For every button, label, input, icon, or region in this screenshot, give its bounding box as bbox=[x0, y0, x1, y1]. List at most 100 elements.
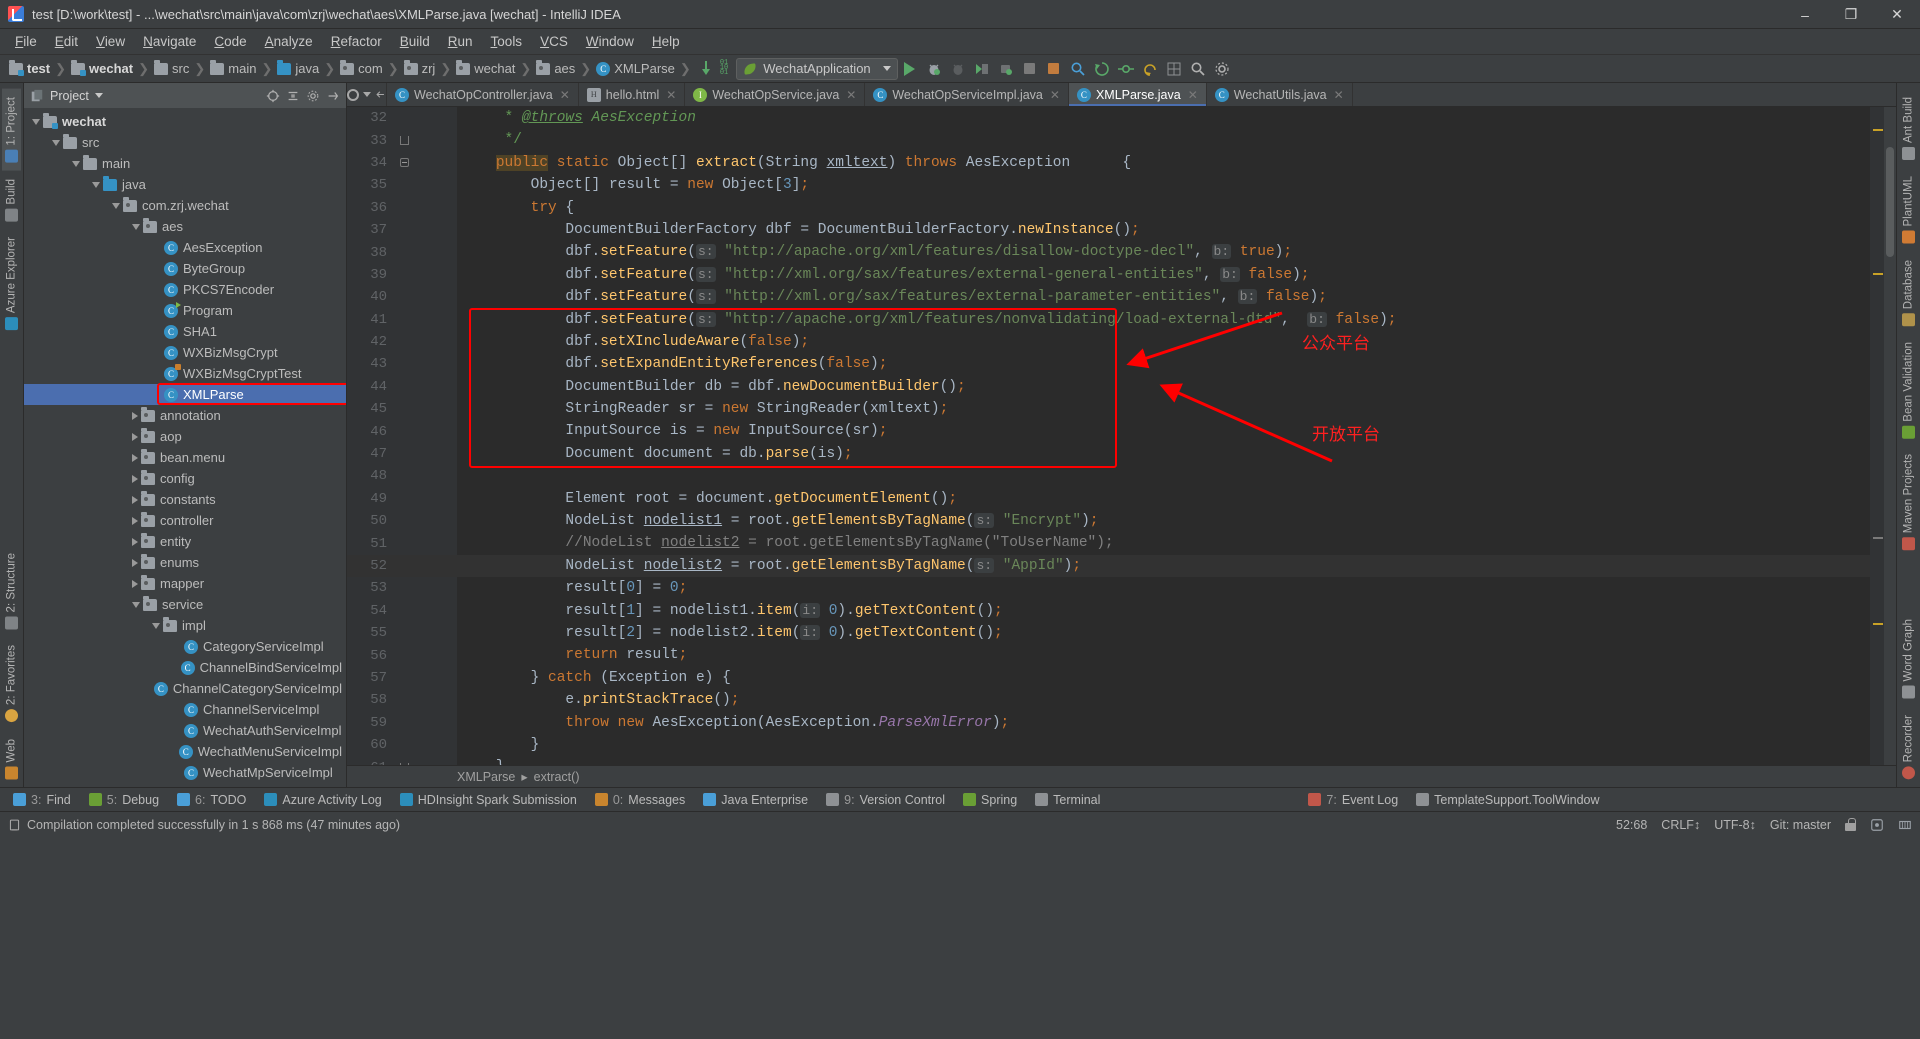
menu-item-code[interactable]: Code bbox=[205, 31, 255, 52]
gutter-line[interactable]: 57 bbox=[347, 667, 457, 689]
tree-item-aes[interactable]: aes bbox=[24, 216, 346, 237]
sidebar-item-azure-explorer[interactable]: Azure Explorer bbox=[2, 229, 21, 338]
gutter-line[interactable]: 40 bbox=[347, 286, 457, 308]
tree-item-constants[interactable]: constants bbox=[24, 489, 346, 510]
maximize-button[interactable]: ❐ bbox=[1828, 0, 1874, 29]
menu-item-run[interactable]: Run bbox=[439, 31, 482, 52]
menu-item-edit[interactable]: Edit bbox=[46, 31, 87, 52]
gutter-line[interactable]: 59 bbox=[347, 712, 457, 734]
code-line[interactable]: dbf.setExpandEntityReferences(false); bbox=[457, 353, 1870, 375]
tree-item-wechatmpserviceimpl[interactable]: C WechatMpServiceImpl bbox=[24, 762, 346, 783]
encoding[interactable]: UTF-8↕ bbox=[1714, 818, 1756, 832]
update-project-icon[interactable] bbox=[701, 60, 719, 77]
close-icon[interactable]: ✕ bbox=[666, 88, 676, 102]
code-line[interactable]: * @throws AesException bbox=[457, 107, 1870, 129]
tree-item-wxbizmsgcrypt[interactable]: C WXBizMsgCrypt bbox=[24, 342, 346, 363]
breadcrumb-item-xmlparse[interactable]: C XMLParse bbox=[593, 58, 678, 80]
search-icon[interactable] bbox=[1187, 58, 1209, 80]
tree-item-src[interactable]: src bbox=[24, 132, 346, 153]
gutter-line[interactable]: 60 bbox=[347, 734, 457, 756]
editor-scrollbar[interactable] bbox=[1884, 107, 1896, 765]
run-button[interactable] bbox=[899, 58, 921, 80]
breadcrumb-item-java[interactable]: java bbox=[274, 58, 322, 80]
tree-item-channelserviceimpl[interactable]: C ChannelServiceImpl bbox=[24, 699, 346, 720]
tree-item-wechat[interactable]: wechat bbox=[24, 111, 346, 132]
tool-window-button-find[interactable]: 3: Find bbox=[4, 789, 80, 811]
code-line[interactable]: e.printStackTrace(); bbox=[457, 689, 1870, 711]
breadcrumb-class[interactable]: XMLParse bbox=[457, 770, 515, 784]
editor-tab-hello-html[interactable]: Hhello.html ✕ bbox=[578, 83, 686, 106]
inspection-widget[interactable] bbox=[1870, 818, 1884, 832]
target-icon[interactable] bbox=[266, 89, 280, 103]
code-line[interactable]: NodeList nodelist2 = root.getElementsByT… bbox=[457, 554, 1870, 578]
tree-item-wxbizmsgcrypttest[interactable]: C WXBizMsgCryptTest bbox=[24, 363, 346, 384]
vcs-update-icon[interactable] bbox=[1091, 58, 1113, 80]
menu-item-navigate[interactable]: Navigate bbox=[134, 31, 205, 52]
gutter-line[interactable]: 54 bbox=[347, 600, 457, 622]
tree-item-bytegroup[interactable]: C ByteGroup bbox=[24, 258, 346, 279]
tree-item-controller[interactable]: controller bbox=[24, 510, 346, 531]
sidebar-item-maven-projects[interactable]: Maven Projects bbox=[1899, 446, 1918, 558]
tree-twisty-expanded[interactable] bbox=[152, 622, 160, 629]
fold-end-icon[interactable] bbox=[399, 136, 409, 146]
fold-collapse-icon[interactable] bbox=[399, 158, 409, 168]
tree-item-categoryserviceimpl[interactable]: C CategoryServiceImpl bbox=[24, 636, 346, 657]
lock-icon[interactable] bbox=[1845, 818, 1856, 831]
sidebar-item-database[interactable]: Database bbox=[1899, 252, 1918, 334]
code-editor[interactable]: 32 33 34 35 36 37 38 39 40 41 42 43 44 45 46 47 48 49 50 51… bbox=[347, 107, 1896, 765]
tool-window-button-version-control[interactable]: 9: Version Control bbox=[817, 789, 954, 811]
code-line[interactable]: try { bbox=[457, 197, 1870, 219]
close-icon[interactable]: ✕ bbox=[846, 88, 856, 102]
tree-twisty-expanded[interactable] bbox=[132, 601, 140, 608]
settings-gear-icon[interactable] bbox=[347, 88, 359, 101]
tree-twisty-collapsed[interactable] bbox=[132, 432, 138, 441]
tree-twisty-expanded[interactable] bbox=[132, 223, 140, 230]
tree-item-wechatauthserviceimpl[interactable]: C WechatAuthServiceImpl bbox=[24, 720, 346, 741]
code-line[interactable]: } catch (Exception e) { bbox=[457, 667, 1870, 689]
search-everywhere-button[interactable] bbox=[1067, 58, 1089, 80]
tree-item-enums[interactable]: enums bbox=[24, 552, 346, 573]
menu-item-analyze[interactable]: Analyze bbox=[256, 31, 322, 52]
fold-end-icon[interactable] bbox=[399, 763, 409, 765]
code-content[interactable]: * @throws AesException */ public static … bbox=[457, 107, 1870, 765]
code-line[interactable]: */ bbox=[457, 129, 1870, 151]
menu-item-view[interactable]: View bbox=[87, 31, 134, 52]
gutter-line[interactable]: 52 bbox=[347, 554, 457, 578]
run-configuration-selector[interactable]: WechatApplication bbox=[736, 57, 898, 80]
code-line[interactable]: //NodeList nodelist2 = root.getElementsB… bbox=[457, 532, 1870, 554]
menu-item-build[interactable]: Build bbox=[391, 31, 439, 52]
gutter-line[interactable]: 37 bbox=[347, 219, 457, 241]
code-line[interactable]: Document document = db.parse(is); bbox=[457, 443, 1870, 465]
sidebar-item-project[interactable]: 1: Project bbox=[2, 89, 21, 171]
gutter-line[interactable]: 32 bbox=[347, 107, 457, 129]
code-line[interactable]: dbf.setFeature(s: "http://xml.org/sax/fe… bbox=[457, 286, 1870, 308]
tool-window-button-java-enterprise[interactable]: Java Enterprise bbox=[694, 789, 817, 811]
tree-item-channelbindserviceimpl[interactable]: C ChannelBindServiceImpl bbox=[24, 657, 346, 678]
gutter-line[interactable]: 38 bbox=[347, 241, 457, 263]
close-icon[interactable]: ✕ bbox=[560, 88, 570, 102]
breadcrumb-item-aes[interactable]: aes bbox=[533, 58, 578, 80]
gutter-line[interactable]: 51 bbox=[347, 532, 457, 554]
gutter-line[interactable]: 49 bbox=[347, 488, 457, 510]
gutter-line[interactable]: 53 bbox=[347, 577, 457, 599]
tree-twisty-collapsed[interactable] bbox=[132, 453, 138, 462]
code-line[interactable]: InputSource is = new InputSource(sr); bbox=[457, 420, 1870, 442]
tree-twisty-expanded[interactable] bbox=[112, 202, 120, 209]
tree-item-bean-menu[interactable]: bean.menu bbox=[24, 447, 346, 468]
tree-item-annotation[interactable]: annotation bbox=[24, 405, 346, 426]
stop-button[interactable] bbox=[1019, 58, 1041, 80]
scrollbar-thumb[interactable] bbox=[1886, 147, 1894, 257]
gutter-line[interactable]: 48 bbox=[347, 465, 457, 487]
grid-icon[interactable] bbox=[1163, 58, 1185, 80]
code-line[interactable]: return result; bbox=[457, 644, 1870, 666]
breadcrumb-item-wechat[interactable]: wechat bbox=[68, 58, 136, 80]
tree-twisty-collapsed[interactable] bbox=[132, 537, 138, 546]
chevron-down-icon[interactable] bbox=[94, 93, 103, 98]
tool-window-button-spring[interactable]: Spring bbox=[954, 789, 1026, 811]
tool-window-button-templatesupport-toolwindow[interactable]: TemplateSupport.ToolWindow bbox=[1407, 789, 1608, 811]
tool-window-button-messages[interactable]: 0: Messages bbox=[586, 789, 694, 811]
code-line[interactable]: dbf.setFeature(s: "http://apache.org/xml… bbox=[457, 309, 1870, 331]
sidebar-item-bean-validation[interactable]: Bean Validation bbox=[1899, 334, 1918, 447]
gutter-line[interactable]: 50 bbox=[347, 510, 457, 532]
code-line[interactable]: public static Object[] extract(String xm… bbox=[457, 152, 1870, 174]
